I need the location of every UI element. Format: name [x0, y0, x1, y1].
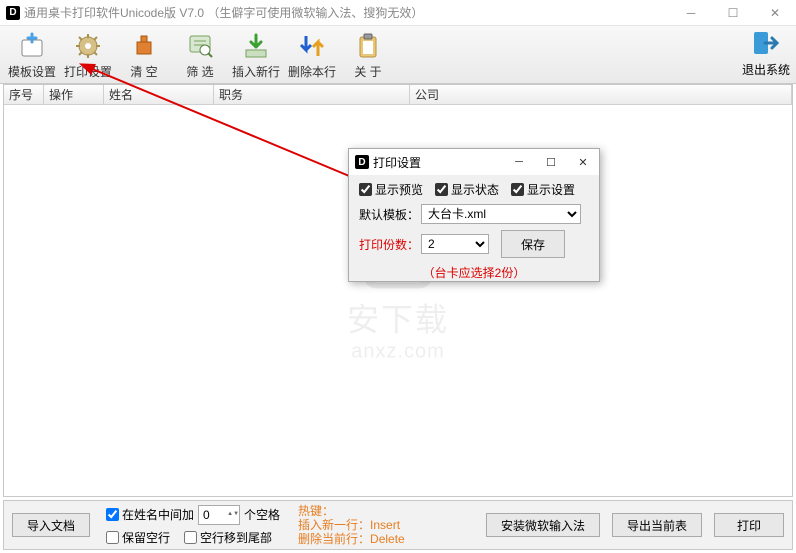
- copies-label: 打印份数：: [359, 236, 421, 253]
- dialog-close-button[interactable]: ✕: [567, 149, 599, 175]
- exit-system-button[interactable]: 退出系统: [742, 28, 790, 78]
- maximize-button[interactable]: ☐: [712, 0, 754, 26]
- dialog-minimize-button[interactable]: ─: [503, 149, 535, 175]
- window-titlebar: D 通用桌卡打印软件Unicode版 V7.0 （生僻字可使用微软输入法、搜狗无…: [0, 0, 796, 26]
- install-ime-button[interactable]: 安装微软输入法: [486, 513, 600, 537]
- gear-icon: [72, 30, 104, 62]
- col-operate[interactable]: 操作: [44, 85, 104, 104]
- minimize-button[interactable]: ─: [670, 0, 712, 26]
- swap-arrows-icon: [296, 30, 328, 62]
- default-template-label: 默认模板：: [359, 206, 421, 223]
- print-settings-button[interactable]: 打印设置: [60, 28, 116, 82]
- delete-row-button[interactable]: 删除本行: [284, 28, 340, 82]
- blank-to-end-checkbox[interactable]: 空行移到尾部: [184, 529, 272, 546]
- add-space-checkbox[interactable]: 在姓名中间加 0▲▼ 个空格: [106, 505, 280, 525]
- space-count-spinner[interactable]: 0▲▼: [198, 505, 240, 525]
- col-position[interactable]: 职务: [214, 85, 410, 104]
- clear-icon: [128, 30, 160, 62]
- print-button[interactable]: 打印: [714, 513, 784, 537]
- dialog-title: 打印设置: [373, 154, 421, 171]
- template-settings-button[interactable]: 模板设置: [4, 28, 60, 82]
- export-table-button[interactable]: 导出当前表: [612, 513, 702, 537]
- main-toolbar: 模板设置 打印设置 清 空 筛 选 插入新行 删除本行 关: [0, 26, 796, 84]
- window-title: 通用桌卡打印软件Unicode版 V7.0 （生僻字可使用微软输入法、搜狗无效）: [24, 4, 423, 21]
- clear-button[interactable]: 清 空: [116, 28, 172, 82]
- copies-note: （台卡应选择2份）: [359, 264, 589, 281]
- default-template-select[interactable]: 大台卡.xml: [421, 204, 581, 224]
- show-preview-checkbox[interactable]: 显示预览: [359, 181, 423, 198]
- hotkeys-hint: 热键： 插入新一行：Insert 删除当前行：Delete: [298, 504, 405, 546]
- app-icon: D: [355, 155, 369, 169]
- dialog-maximize-button[interactable]: ☐: [535, 149, 567, 175]
- close-button[interactable]: ✕: [754, 0, 796, 26]
- exit-icon: [751, 28, 781, 61]
- show-status-checkbox[interactable]: 显示状态: [435, 181, 499, 198]
- col-name[interactable]: 姓名: [104, 85, 214, 104]
- keep-blank-checkbox[interactable]: 保留空行: [106, 529, 170, 546]
- import-doc-button[interactable]: 导入文档: [12, 513, 90, 537]
- insert-arrow-icon: [240, 30, 272, 62]
- copies-select[interactable]: 2: [421, 234, 489, 254]
- table-header-row: 序号 操作 姓名 职务 公司: [4, 85, 792, 105]
- app-icon: D: [6, 6, 20, 20]
- show-settings-checkbox[interactable]: 显示设置: [511, 181, 575, 198]
- plus-card-icon: [16, 30, 48, 62]
- data-table-container: 序号 操作 姓名 职务 公司 安下载 anxz.com: [3, 84, 793, 497]
- dialog-titlebar: D 打印设置 ─ ☐ ✕: [349, 149, 599, 175]
- save-button[interactable]: 保存: [501, 230, 565, 258]
- col-company[interactable]: 公司: [410, 85, 792, 104]
- filter-button[interactable]: 筛 选: [172, 28, 228, 82]
- print-settings-dialog: D 打印设置 ─ ☐ ✕ 显示预览 显示状态 显示设置 默认模板： 大台卡.xm…: [348, 148, 600, 282]
- about-button[interactable]: 关 于: [340, 28, 396, 82]
- filter-icon: [184, 30, 216, 62]
- bottom-toolbar: 导入文档 在姓名中间加 0▲▼ 个空格 保留空行 空行移到尾部 热键： 插入新一…: [3, 500, 793, 550]
- col-index[interactable]: 序号: [4, 85, 44, 104]
- clipboard-icon: [352, 30, 384, 62]
- insert-row-button[interactable]: 插入新行: [228, 28, 284, 82]
